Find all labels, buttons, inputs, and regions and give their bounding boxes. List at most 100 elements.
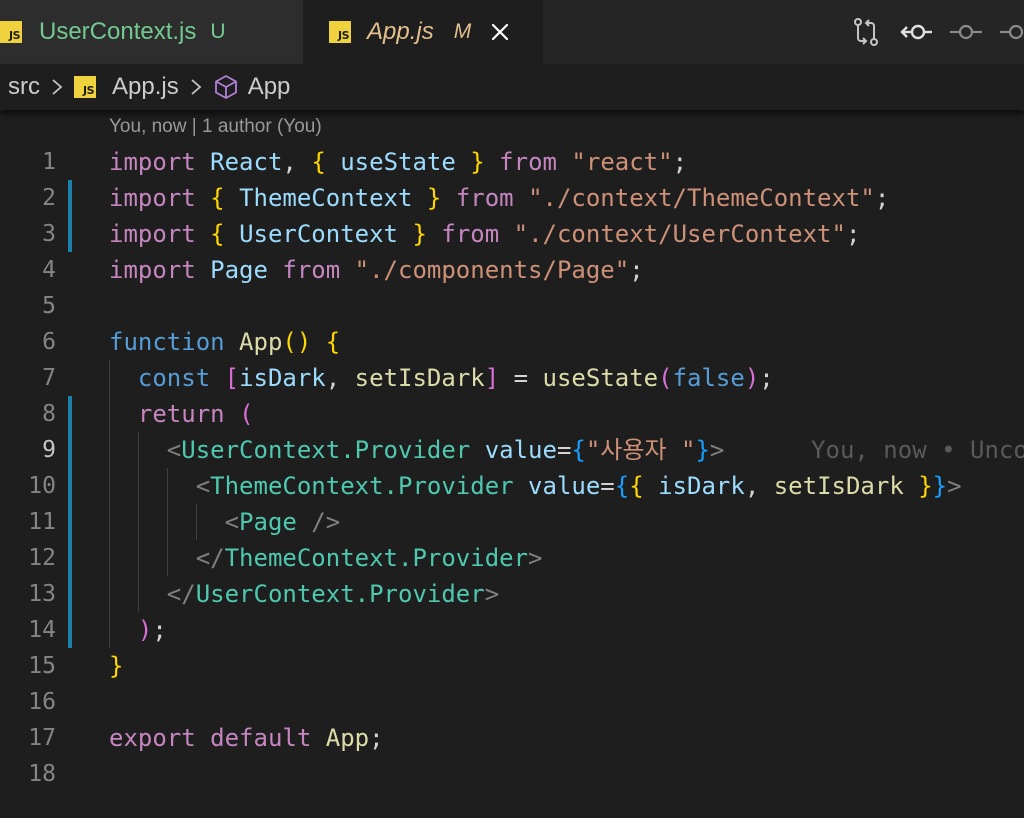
- close-icon[interactable]: [489, 21, 511, 43]
- code-line[interactable]: 2 import { ThemeContext } from "./context…: [0, 180, 1024, 216]
- line-number: 11: [28, 509, 56, 535]
- code-token: </: [195, 544, 225, 572]
- code-token: =: [556, 436, 572, 464]
- line-number: 18: [28, 761, 56, 787]
- tab-app-js[interactable]: JS App.js M: [303, 0, 543, 64]
- code-line[interactable]: 14 );: [0, 612, 1024, 648]
- breadcrumb: src JS App.js App: [0, 64, 1024, 110]
- code-line[interactable]: 9 <UserContext.Provider value={"사용자 "}> …: [0, 432, 1024, 468]
- codelens-blame[interactable]: You, now | 1 author (You): [109, 116, 322, 138]
- modified-line-gutter-marker[interactable]: [68, 576, 72, 612]
- code-token: >: [709, 436, 725, 464]
- code-line[interactable]: 5: [0, 288, 1024, 324]
- modified-line-gutter-marker[interactable]: [68, 612, 72, 648]
- code-line[interactable]: 10 <ThemeContext.Provider value={{ isDar…: [0, 468, 1024, 504]
- code-line[interactable]: 3 import { UserContext } from "./context/…: [0, 216, 1024, 252]
- modified-status-badge: M: [453, 20, 472, 43]
- code-token: ): [137, 616, 153, 644]
- code-token: [: [224, 364, 240, 392]
- code-line[interactable]: 4 import Page from "./components/Page";: [0, 252, 1024, 288]
- code-token: from: [441, 220, 500, 248]
- code-token: setIsDark: [773, 472, 904, 500]
- go-forward-icon[interactable]: [950, 16, 982, 48]
- code-text: <UserContext.Provider value={"사용자 "}> Yo…: [109, 432, 1024, 468]
- code-token: >: [528, 544, 543, 572]
- breadcrumb-folder-src[interactable]: src: [8, 73, 40, 101]
- code-token: export: [109, 724, 196, 752]
- modified-line-gutter-marker[interactable]: [68, 468, 72, 504]
- code-editor[interactable]: You, now | 1 author (You) 1 import React,…: [0, 110, 1024, 818]
- code-token: from: [455, 184, 514, 212]
- code-line[interactable]: 15}: [0, 648, 1024, 684]
- more-icon[interactable]: [1000, 16, 1024, 48]
- line-number: 4: [42, 257, 56, 283]
- code-line[interactable]: 6 function App() {: [0, 324, 1024, 360]
- code-line[interactable]: 1 import React, { useState } from "react"…: [0, 144, 1024, 180]
- code-token: {: [210, 184, 225, 212]
- code-token: }: [470, 148, 485, 176]
- code-line[interactable]: 17 export default App;: [0, 720, 1024, 756]
- code-token: <: [224, 508, 240, 536]
- code-text: import Page from "./components/Page";: [109, 252, 644, 288]
- code-token: }: [932, 472, 948, 500]
- code-token: =: [600, 472, 615, 500]
- modified-line-gutter-marker[interactable]: [68, 504, 72, 540]
- code-line[interactable]: 8 return (: [0, 396, 1024, 432]
- code-token: return: [137, 400, 225, 428]
- code-token: Page: [239, 508, 297, 536]
- modified-line-gutter-marker[interactable]: [68, 180, 72, 216]
- line-number: 15: [28, 653, 56, 679]
- code-text: }: [109, 648, 123, 684]
- modified-line-gutter-marker[interactable]: [68, 396, 72, 432]
- editor-actions: [850, 14, 1024, 50]
- code-token: {: [325, 328, 341, 356]
- code-token: "사용자 ": [585, 436, 696, 464]
- modified-line-gutter-marker[interactable]: [68, 540, 72, 576]
- code-token: {: [614, 472, 630, 500]
- code-token: ;: [152, 616, 167, 644]
- modified-line-gutter-marker[interactable]: [68, 216, 72, 252]
- code-line[interactable]: 16: [0, 684, 1024, 720]
- code-text: <Page />: [109, 504, 341, 540]
- chevron-right-icon: [189, 76, 203, 98]
- line-number: 6: [42, 329, 56, 355]
- code-token: false: [672, 364, 745, 392]
- code-line[interactable]: 12 </ThemeContext.Provider>: [0, 540, 1024, 576]
- go-back-icon[interactable]: [900, 16, 932, 48]
- tab-label: UserContext.js: [39, 18, 197, 45]
- tab-usercontext-js[interactable]: JS UserContext.js U: [0, 0, 303, 64]
- line-number: 10: [28, 473, 56, 499]
- line-number: 12: [28, 545, 56, 571]
- code-token: </: [166, 580, 196, 608]
- breadcrumb-file-app-js[interactable]: App.js: [112, 73, 179, 101]
- code-text: return (: [109, 396, 254, 432]
- code-token: {: [311, 148, 326, 176]
- code-token: }: [109, 652, 124, 680]
- modified-line-gutter-marker[interactable]: [68, 432, 72, 468]
- git-compare-icon[interactable]: [850, 16, 882, 48]
- breadcrumb-symbol-app[interactable]: App: [248, 73, 291, 101]
- code-token: import: [109, 220, 196, 248]
- code-token: useState: [340, 148, 456, 176]
- code-line[interactable]: 7 const [isDark, setIsDark] = useState(f…: [0, 360, 1024, 396]
- code-token: UserContext.Provider: [195, 580, 485, 608]
- code-token: {: [571, 436, 586, 464]
- code-line[interactable]: 11 <Page />: [0, 504, 1024, 540]
- symbol-class-cube-icon: [213, 74, 239, 100]
- code-line[interactable]: 13 </UserContext.Provider>: [0, 576, 1024, 612]
- code-line[interactable]: 18: [0, 756, 1024, 792]
- line-number: 16: [28, 689, 56, 715]
- code-token: (: [658, 364, 673, 392]
